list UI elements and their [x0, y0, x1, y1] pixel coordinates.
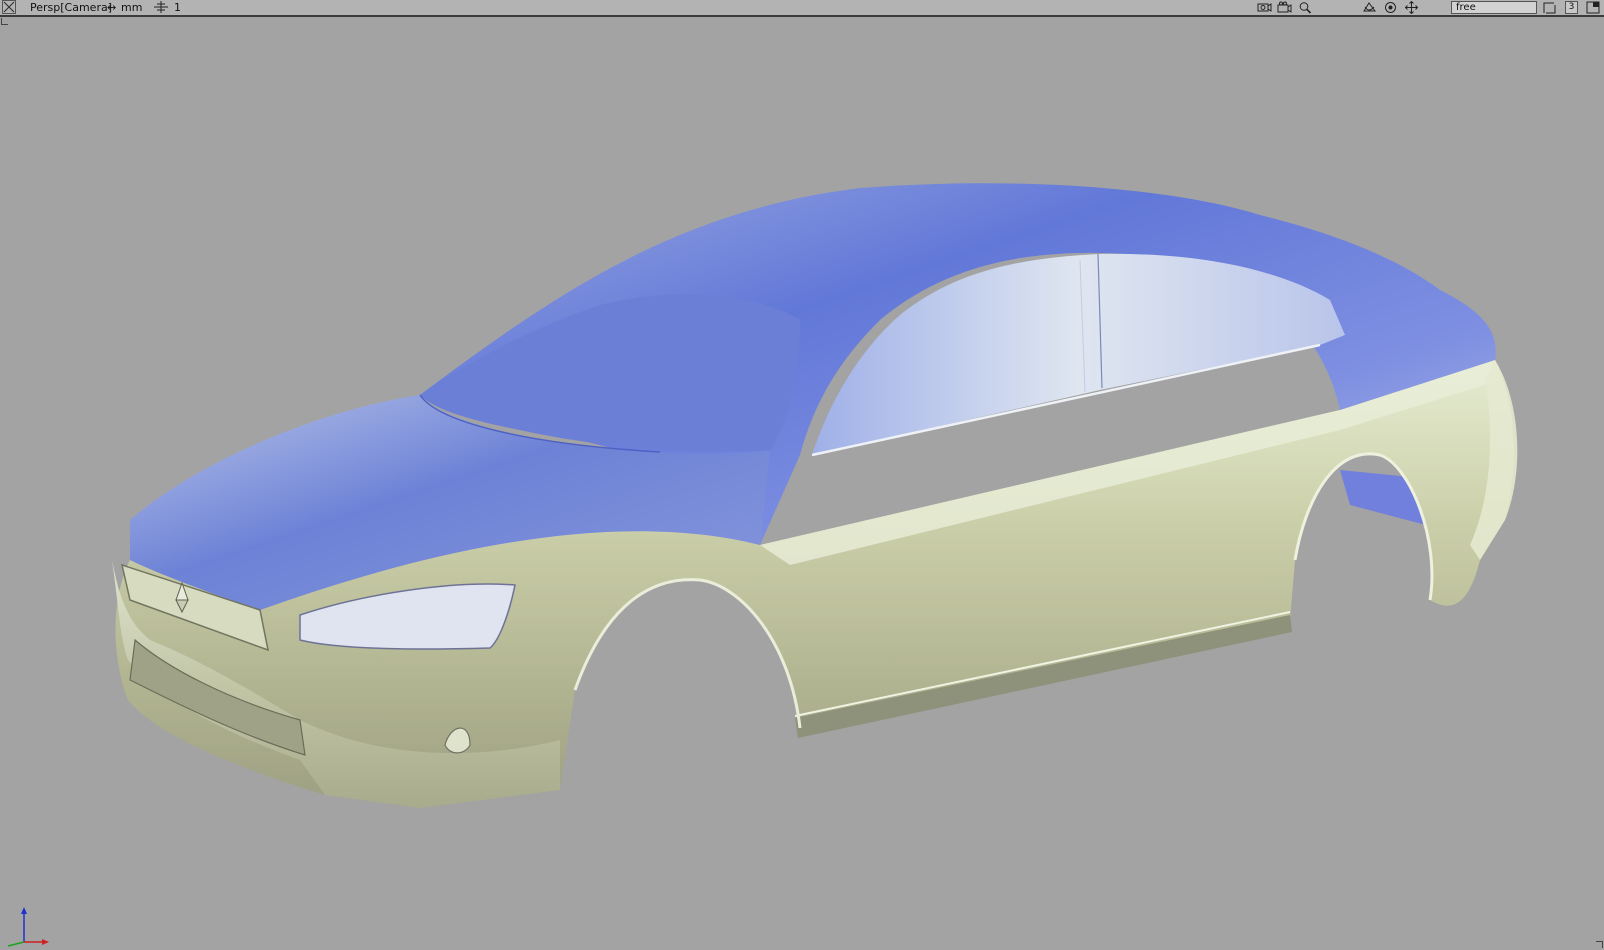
units-label[interactable]: mm: [121, 0, 142, 15]
tumble-icon[interactable]: [1362, 1, 1376, 14]
camera-label[interactable]: Persp[Camera]: [30, 0, 112, 15]
viewport-header: Persp[Camera] ↔ mm 1 free 3: [0, 0, 1604, 17]
camera-icon[interactable]: [1256, 1, 1272, 14]
layer-number[interactable]: 3: [1565, 1, 1578, 14]
display-mode-field[interactable]: free: [1451, 1, 1537, 14]
grid-label[interactable]: 1: [174, 0, 181, 15]
grid-snap-icon: [153, 0, 169, 15]
axis-triad-icon: [7, 907, 49, 947]
zoom-icon[interactable]: [1298, 1, 1312, 14]
window-icon[interactable]: [1586, 1, 1600, 14]
car-body-model[interactable]: [0, 17, 1604, 950]
maximize-icon[interactable]: [1542, 1, 1556, 14]
close-viewport-icon[interactable]: [2, 0, 16, 15]
dolly-icon[interactable]: [1383, 1, 1397, 14]
video-camera-icon[interactable]: [1277, 1, 1292, 14]
pan-icon[interactable]: [1404, 1, 1419, 14]
units-arrow-icon: ↔: [107, 1, 117, 14]
